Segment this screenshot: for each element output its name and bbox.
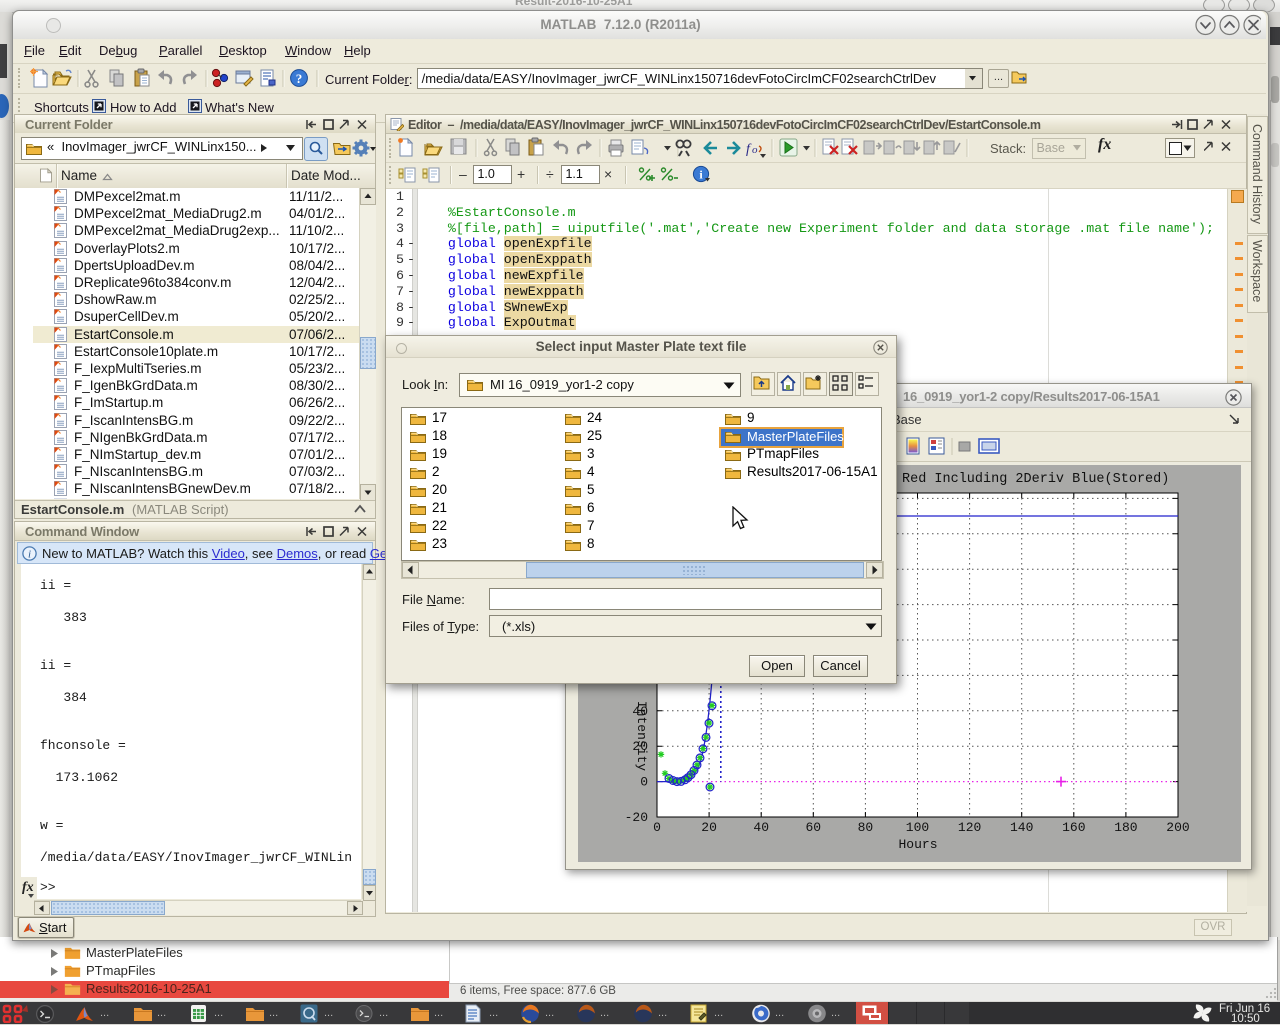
svg-text:180: 180 [1114,820,1137,835]
svg-text:80: 80 [858,820,874,835]
svg-text:60: 60 [805,820,821,835]
svg-text:o: o [752,144,758,156]
svg-text:-20: -20 [625,810,648,825]
svg-text:Intensity: Intensity [634,701,649,771]
svg-text:200: 200 [1166,820,1189,835]
svg-text:?: ? [296,71,303,86]
svg-text:160: 160 [1062,820,1085,835]
svg-text:0: 0 [640,775,648,790]
svg-text:Red Including 2Deriv Blue(Stor: Red Including 2Deriv Blue(Stored) [902,472,1169,487]
svg-text:0: 0 [653,820,661,835]
svg-text:i: i [28,549,31,561]
svg-text:120: 120 [958,820,981,835]
svg-text:20: 20 [701,820,717,835]
svg-text:140: 140 [1010,820,1033,835]
svg-text:Hours: Hours [898,837,937,852]
svg-text:100: 100 [906,820,929,835]
svg-text:40: 40 [753,820,769,835]
